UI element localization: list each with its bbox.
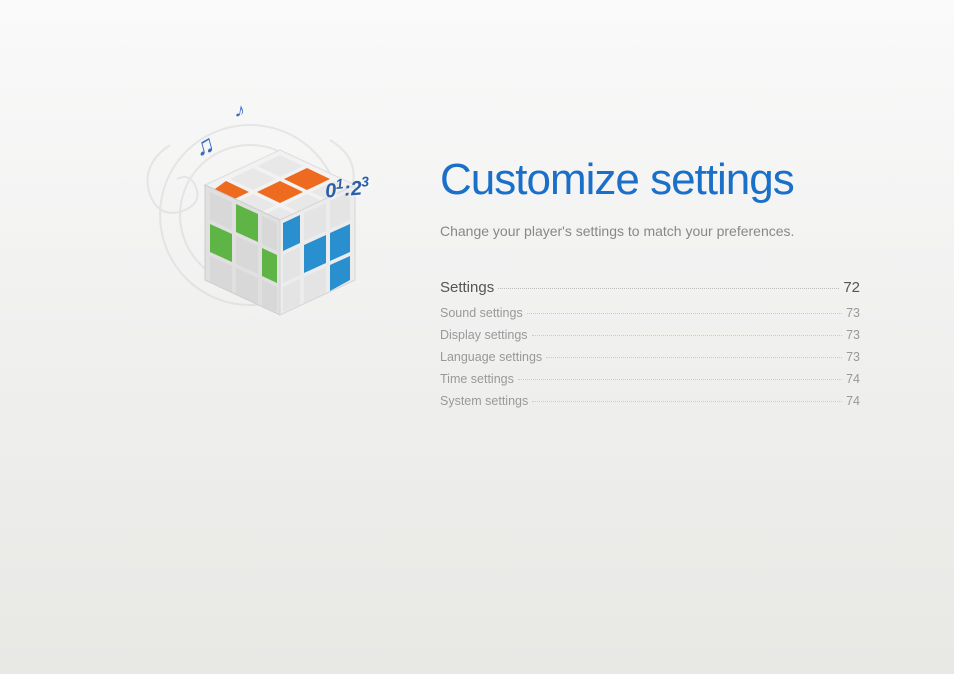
toc-page-number: 74	[846, 372, 860, 386]
page-title: Customize settings	[440, 155, 860, 205]
toc-page-number: 74	[846, 394, 860, 408]
content-area: Customize settings Change your player's …	[440, 155, 860, 416]
toc-label: Sound settings	[440, 306, 523, 320]
toc-page-number: 72	[843, 279, 860, 296]
timecode-overlay: 01:23	[324, 173, 371, 203]
toc-page-number: 73	[846, 306, 860, 320]
toc-label: Language settings	[440, 350, 542, 364]
toc-leader-dots	[532, 401, 842, 402]
toc-leader-dots	[532, 335, 843, 336]
toc-leader-dots	[527, 313, 842, 314]
page-subtitle: Change your player's settings to match y…	[440, 223, 860, 239]
toc-main-entry[interactable]: Settings 72	[440, 279, 860, 296]
decorative-graphic: ♫ ♪	[130, 90, 420, 340]
toc-page-number: 73	[846, 350, 860, 364]
toc-page-number: 73	[846, 328, 860, 342]
toc-label: Time settings	[440, 372, 514, 386]
cube-icon	[180, 130, 380, 330]
toc-leader-dots	[518, 379, 842, 380]
toc-sub-entry[interactable]: Display settings 73	[440, 328, 860, 342]
toc-label: System settings	[440, 394, 528, 408]
toc-leader-dots	[546, 357, 842, 358]
toc-label: Display settings	[440, 328, 528, 342]
toc-sub-entry[interactable]: Language settings 73	[440, 350, 860, 364]
toc-sub-entry[interactable]: Sound settings 73	[440, 306, 860, 320]
toc-label: Settings	[440, 279, 494, 296]
page-container: ♫ ♪	[0, 0, 954, 674]
toc-leader-dots	[498, 288, 839, 289]
table-of-contents: Settings 72 Sound settings 73 Display se…	[440, 279, 860, 408]
toc-sub-entry[interactable]: Time settings 74	[440, 372, 860, 386]
toc-sub-entry[interactable]: System settings 74	[440, 394, 860, 408]
